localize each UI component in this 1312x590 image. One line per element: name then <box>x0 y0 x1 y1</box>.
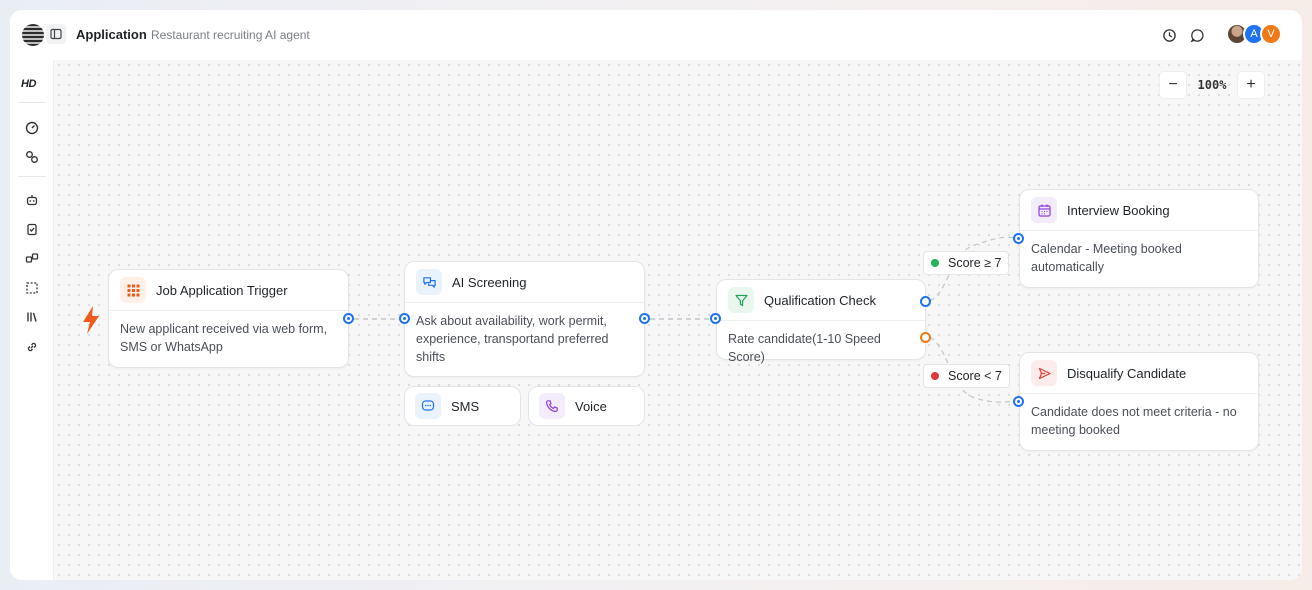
node-job-application-trigger[interactable]: Job Application Trigger New applicant re… <box>108 269 349 368</box>
node-description: Rate candidate(1-10 Speed Score) <box>728 332 881 364</box>
hd-logo: HD <box>21 78 36 90</box>
node-title: Qualification Check <box>764 292 876 308</box>
brand-logo[interactable] <box>22 24 44 46</box>
top-bar: Application Restaurant recruiting AI age… <box>10 10 1302 60</box>
node-description: Calendar - Meeting booked automatically <box>1031 242 1182 274</box>
edge-label-pass: Score ≥ 7 <box>923 251 1010 275</box>
node-title: Job Application Trigger <box>156 282 288 298</box>
channel-label: Voice <box>575 398 607 414</box>
input-port[interactable] <box>1013 396 1024 407</box>
status-dot <box>931 372 939 380</box>
page-subtitle: Restaurant recruiting AI agent <box>151 28 310 42</box>
grid-icon <box>120 277 146 303</box>
message-icon <box>415 393 441 419</box>
node-header: Interview Booking <box>1020 190 1258 231</box>
edge-label-fail: Score < 7 <box>923 364 1010 388</box>
tasks-icon[interactable] <box>23 220 41 238</box>
edge-label-text: Score < 7 <box>948 369 1002 383</box>
node-title: Disqualify Candidate <box>1067 365 1187 381</box>
phone-icon <box>539 393 565 419</box>
page-title: Application <box>76 27 147 42</box>
input-port[interactable] <box>710 313 721 324</box>
node-title: Interview Booking <box>1067 202 1170 218</box>
dashboard-icon[interactable] <box>23 119 41 137</box>
node-qualification-check[interactable]: Qualification Check Rate candidate(1-10 … <box>716 279 926 364</box>
node-title: AI Screening <box>452 274 527 290</box>
integrations-icon[interactable] <box>23 148 41 166</box>
node-description: Ask about availability, work permit, exp… <box>416 314 609 364</box>
node-header: AI Screening <box>405 262 644 303</box>
input-port[interactable] <box>399 313 410 324</box>
node-description: Candidate does not meet criteria - no me… <box>1031 405 1237 437</box>
zoom-out-button[interactable]: − <box>1160 72 1186 98</box>
node-description: New applicant received via web form, SMS… <box>120 322 328 354</box>
edge-label-text: Score ≥ 7 <box>948 256 1002 270</box>
node-disqualify-candidate[interactable]: Disqualify Candidate Candidate does not … <box>1019 352 1259 451</box>
channel-label: SMS <box>451 398 480 414</box>
divider <box>18 102 46 103</box>
history-icon[interactable] <box>1160 26 1178 44</box>
avatar[interactable]: V <box>1260 23 1282 45</box>
send-icon <box>1031 360 1057 386</box>
node-interview-booking[interactable]: Interview Booking Calendar - Meeting boo… <box>1019 189 1259 288</box>
link-icon[interactable] <box>23 338 41 356</box>
zoom-level: 100% <box>1197 78 1227 92</box>
workflow-icon[interactable] <box>23 249 41 267</box>
library-icon[interactable] <box>23 308 41 326</box>
panel-icon <box>50 28 62 40</box>
lightning-icon <box>83 306 99 334</box>
node-header: Disqualify Candidate <box>1020 353 1258 394</box>
node-header: Job Application Trigger <box>109 270 348 311</box>
filter-icon <box>728 287 754 313</box>
channel-voice[interactable]: Voice <box>528 386 645 426</box>
agent-icon[interactable] <box>23 191 41 209</box>
chat-bubbles-icon <box>416 269 442 295</box>
sidebar: HD <box>10 60 54 580</box>
fail-output-port[interactable] <box>920 332 931 343</box>
sidebar-toggle-button[interactable] <box>46 24 66 44</box>
zoom-in-button[interactable]: + <box>1238 72 1264 98</box>
status-dot <box>931 259 939 267</box>
comment-icon[interactable] <box>1188 26 1206 44</box>
input-port[interactable] <box>1013 233 1024 244</box>
divider <box>18 176 46 177</box>
channel-sms[interactable]: SMS <box>404 386 521 426</box>
collaborator-avatars: A V <box>1226 23 1282 45</box>
pass-output-port[interactable] <box>920 296 931 307</box>
output-port[interactable] <box>639 313 650 324</box>
select-icon[interactable] <box>23 279 41 297</box>
calendar-icon <box>1031 197 1057 223</box>
output-port[interactable] <box>343 313 354 324</box>
zoom-controls: − 100% + <box>1160 72 1268 98</box>
node-ai-screening[interactable]: AI Screening Ask about availability, wor… <box>404 261 645 377</box>
node-header: Qualification Check <box>717 280 925 321</box>
